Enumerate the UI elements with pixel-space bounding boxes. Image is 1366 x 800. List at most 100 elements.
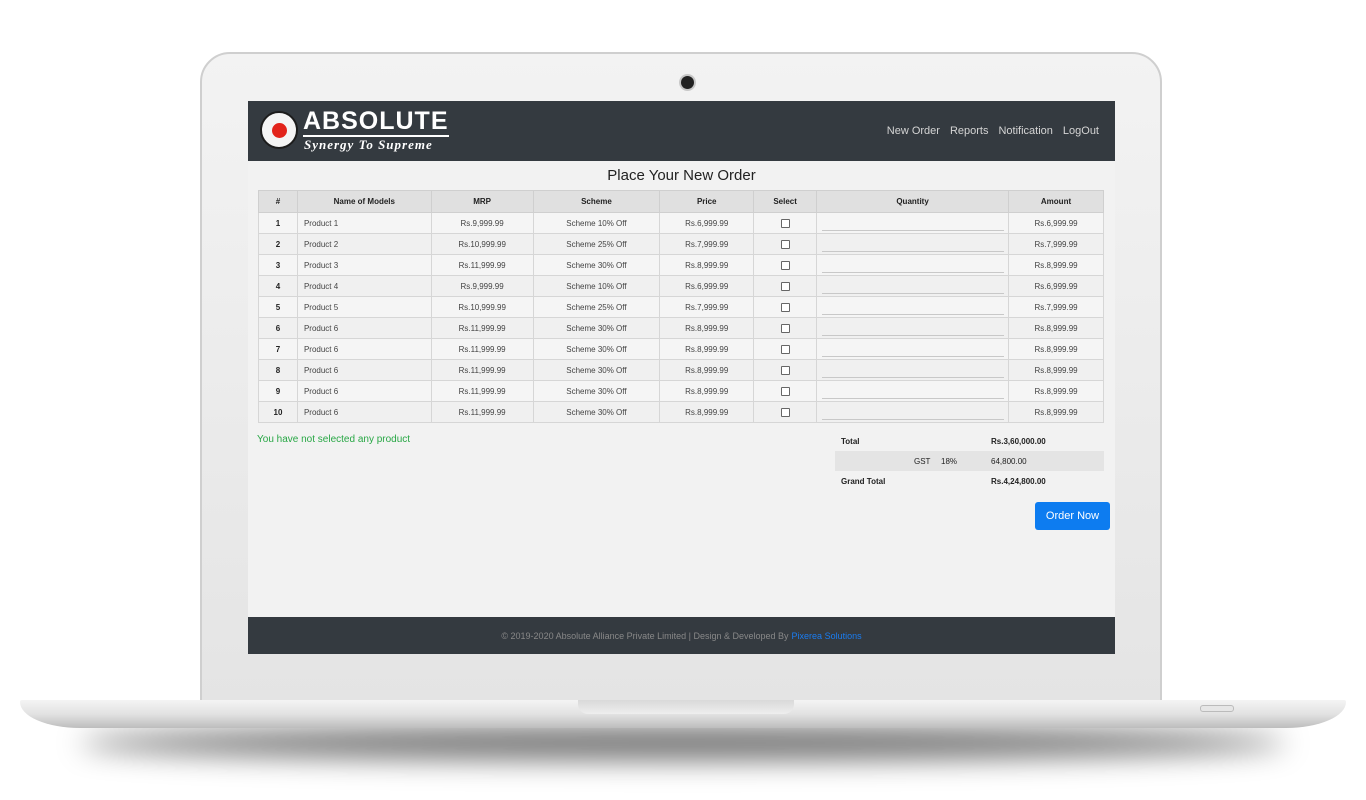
row-quantity (816, 401, 1010, 423)
row-index: 4 (258, 275, 298, 297)
select-checkbox[interactable] (780, 323, 790, 333)
row-scheme: Scheme 10% Off (532, 212, 661, 234)
row-scheme: Scheme 30% Off (532, 401, 661, 423)
header-quantity: Quantity (816, 190, 1010, 213)
row-model: Product 6 (296, 401, 432, 423)
header-select: Select (753, 190, 818, 213)
select-checkbox[interactable] (780, 218, 790, 228)
brand-tagline: Synergy To Supreme (304, 137, 433, 152)
select-checkbox[interactable] (780, 281, 790, 291)
row-model: Product 2 (296, 233, 432, 255)
quantity-input[interactable] (821, 341, 1004, 357)
laptop-shadow (80, 726, 1286, 760)
quantity-input[interactable] (821, 383, 1004, 399)
table-row: 6 Product 6 Rs.11,999.99 Scheme 30% Off Rs.8… (258, 317, 1104, 339)
row-select (753, 380, 818, 402)
table-row: 10 Product 6 Rs.11,999.99 Scheme 30% Off Rs.… (258, 401, 1104, 423)
row-quantity (816, 275, 1010, 297)
row-amount: Rs.7,999.99 (1008, 296, 1104, 318)
row-price: Rs.8,999.99 (659, 380, 755, 402)
total-row: Total Rs.3,60,000.00 (835, 431, 1104, 451)
row-price: Rs.6,999.99 (659, 212, 755, 234)
table-row: 4 Product 4 Rs.9,999.99 Scheme 10% Off Rs.6,… (258, 275, 1104, 297)
select-checkbox[interactable] (780, 365, 790, 375)
row-scheme: Scheme 25% Off (532, 296, 661, 318)
logo-icon[interactable] (260, 111, 298, 149)
row-index: 5 (258, 296, 298, 318)
camera-icon (681, 76, 694, 89)
select-checkbox[interactable] (780, 407, 790, 417)
row-index: 1 (258, 212, 298, 234)
row-price: Rs.8,999.99 (659, 401, 755, 423)
row-select (753, 359, 818, 381)
table-header-row: # Name of Models MRP Scheme Price Select… (258, 190, 1104, 213)
row-quantity (816, 380, 1010, 402)
row-select (753, 212, 818, 234)
quantity-input[interactable] (821, 362, 1004, 378)
quantity-input[interactable] (821, 257, 1004, 273)
row-mrp: Rs.11,999.99 (430, 401, 534, 423)
row-select (753, 233, 818, 255)
quantity-input[interactable] (821, 299, 1004, 315)
row-index: 8 (258, 359, 298, 381)
select-checkbox[interactable] (780, 302, 790, 312)
header-mrp: MRP (430, 190, 534, 213)
select-checkbox[interactable] (780, 386, 790, 396)
brand-name[interactable]: ABSOLUTE (303, 108, 449, 137)
row-price: Rs.8,999.99 (659, 254, 755, 276)
row-quantity (816, 254, 1010, 276)
row-quantity (816, 338, 1010, 360)
nav-reports[interactable]: Reports (950, 125, 989, 137)
row-select (753, 401, 818, 423)
select-checkbox[interactable] (780, 239, 790, 249)
row-scheme: Scheme 25% Off (532, 233, 661, 255)
row-model: Product 1 (296, 212, 432, 234)
table-row: 8 Product 6 Rs.11,999.99 Scheme 30% Off Rs.8… (258, 359, 1104, 381)
quantity-input[interactable] (821, 404, 1004, 420)
row-price: Rs.6,999.99 (659, 275, 755, 297)
row-amount: Rs.6,999.99 (1008, 212, 1104, 234)
header-price: Price (659, 190, 755, 213)
quantity-input[interactable] (821, 215, 1004, 231)
select-checkbox[interactable] (780, 260, 790, 270)
row-select (753, 275, 818, 297)
row-index: 6 (258, 317, 298, 339)
nav-new-order[interactable]: New Order (887, 125, 940, 137)
row-mrp: Rs.11,999.99 (430, 254, 534, 276)
footer-link[interactable]: Pixerea Solutions (792, 631, 862, 641)
row-mrp: Rs.9,999.99 (430, 275, 534, 297)
app-screen: ABSOLUTE Synergy To Supreme New Order Re… (248, 101, 1115, 654)
selection-message: You have not selected any product (257, 434, 411, 445)
table-row: 1 Product 1 Rs.9,999.99 Scheme 10% Off Rs.6,… (258, 212, 1104, 234)
gst-value: 64,800.00 (991, 457, 1027, 466)
total-value: Rs.3,60,000.00 (991, 437, 1046, 446)
row-model: Product 4 (296, 275, 432, 297)
logo-red-dot (272, 123, 287, 138)
navbar: ABSOLUTE Synergy To Supreme New Order Re… (248, 101, 1115, 161)
row-price: Rs.8,999.99 (659, 359, 755, 381)
header-model: Name of Models (296, 190, 432, 213)
laptop-port (1200, 705, 1234, 712)
row-model: Product 6 (296, 317, 432, 339)
row-quantity (816, 212, 1010, 234)
nav-notification[interactable]: Notification (998, 125, 1052, 137)
row-quantity (816, 233, 1010, 255)
row-select (753, 338, 818, 360)
order-now-button[interactable]: Order Now (1035, 502, 1110, 530)
row-amount: Rs.8,999.99 (1008, 380, 1104, 402)
nav-logout[interactable]: LogOut (1063, 125, 1099, 137)
select-checkbox[interactable] (780, 344, 790, 354)
row-amount: Rs.6,999.99 (1008, 275, 1104, 297)
row-model: Product 5 (296, 296, 432, 318)
quantity-input[interactable] (821, 278, 1004, 294)
total-label: Total (841, 437, 860, 446)
row-price: Rs.8,999.99 (659, 338, 755, 360)
quantity-input[interactable] (821, 236, 1004, 252)
orders-table: # Name of Models MRP Scheme Price Select… (258, 190, 1104, 423)
row-mrp: Rs.11,999.99 (430, 338, 534, 360)
quantity-input[interactable] (821, 320, 1004, 336)
table-row: 9 Product 6 Rs.11,999.99 Scheme 30% Off Rs.8… (258, 380, 1104, 402)
footer-text: © 2019-2020 Absolute Alliance Private Li… (501, 630, 789, 641)
header-amount: Amount (1008, 190, 1104, 213)
row-select (753, 296, 818, 318)
